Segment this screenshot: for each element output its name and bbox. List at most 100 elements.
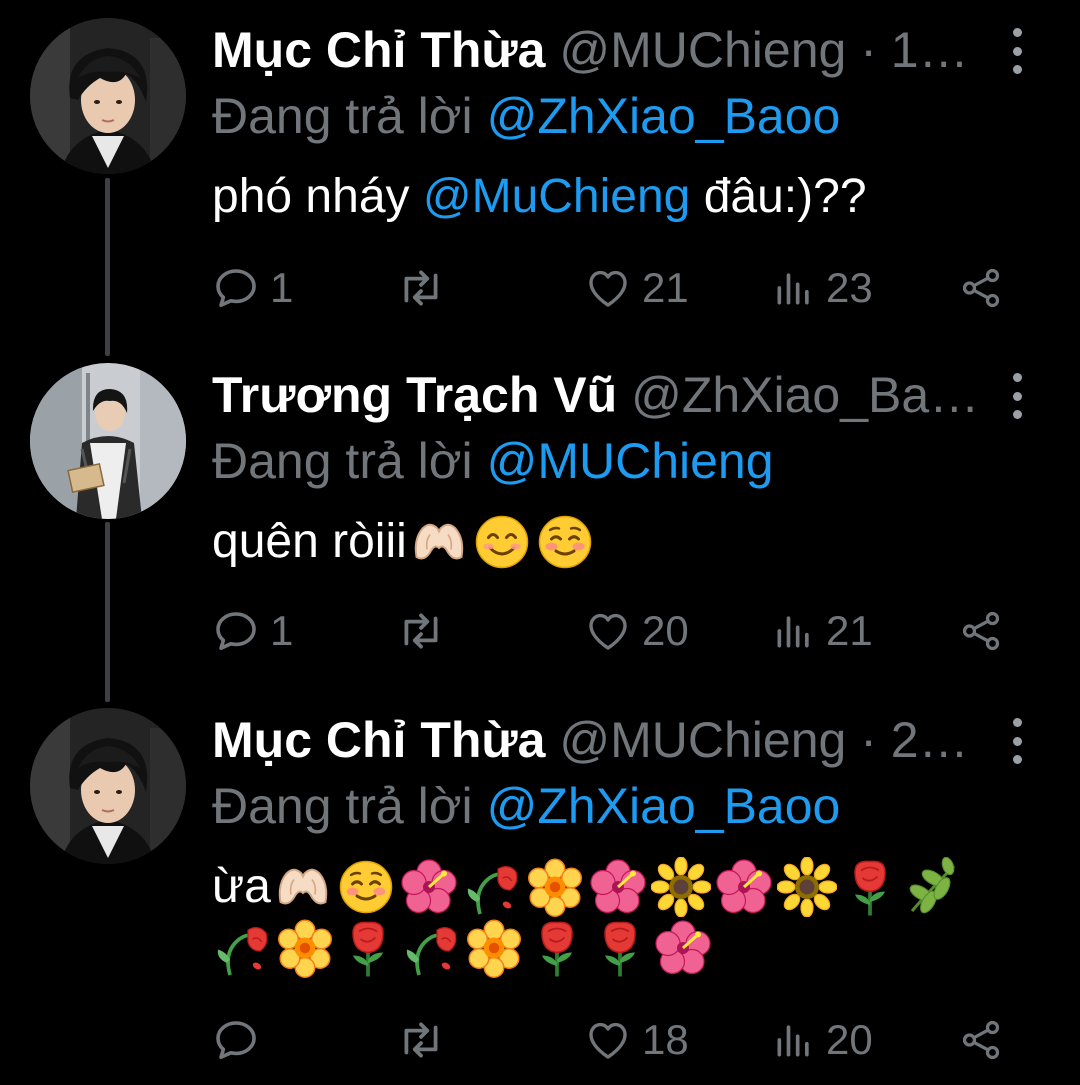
rose-emoji: [590, 918, 650, 978]
reply-prefix: Đang trả lời: [212, 88, 473, 144]
heart-icon: [584, 607, 632, 655]
display-name[interactable]: Mục Chỉ Thừa: [212, 712, 545, 768]
rose-emoji: [338, 918, 398, 978]
share-button[interactable]: [958, 1010, 1004, 1070]
reply-icon: [212, 264, 260, 312]
action-bar: 1 20 21: [212, 601, 1012, 661]
views-button[interactable]: 20: [772, 1010, 873, 1070]
tweet-1[interactable]: Mục Chỉ Thừa @MUChieng · 1… Đang trả lời…: [0, 0, 1080, 345]
reply-button[interactable]: 1: [212, 258, 293, 318]
retweet-icon: [396, 606, 446, 656]
views-icon: [772, 609, 816, 653]
herb-emoji: [903, 857, 963, 917]
reply-to-mention[interactable]: @ZhXiao_Baoo: [487, 88, 841, 144]
share-icon: [958, 608, 1004, 654]
hibiscus-emoji: [588, 857, 648, 917]
avatar[interactable]: [30, 363, 186, 519]
share-icon: [958, 1017, 1004, 1063]
rose-emoji: [527, 918, 587, 978]
heart-hands-emoji: [273, 857, 333, 917]
reply-count: 1: [270, 264, 294, 311]
reply-to-mention[interactable]: @ZhXiao_Baoo: [487, 778, 841, 834]
tweet-header: Mục Chỉ Thừa @MUChieng · 2…: [212, 708, 992, 772]
view-count: 20: [826, 1016, 873, 1063]
tweet-header: Trương Trạch Vũ @ZhXiao_Ba…: [212, 363, 992, 427]
like-button[interactable]: 20: [584, 601, 689, 661]
tweet-text-line-1: ừa: [212, 856, 966, 918]
user-handle[interactable]: @MUChieng: [559, 712, 846, 768]
views-button[interactable]: 21: [772, 601, 873, 661]
reply-icon: [212, 1016, 260, 1064]
retweet-button[interactable]: [396, 601, 456, 661]
blossom-emoji: [275, 918, 335, 978]
retweet-icon: [396, 1015, 446, 1065]
tweet-text: phó nháy @MuChieng đâu:)??: [212, 166, 867, 228]
avatar[interactable]: [30, 708, 186, 864]
tweet-text-part: phó nháy: [212, 170, 410, 223]
replying-to: Đang trả lời @ZhXiao_Baoo: [212, 84, 840, 148]
mention-link[interactable]: @MuChieng: [423, 170, 691, 223]
tweet-time[interactable]: · 2…: [860, 712, 968, 768]
action-bar: 1 21 23: [212, 258, 1012, 318]
rose-emoji: [840, 857, 900, 917]
reply-icon: [212, 607, 260, 655]
user-handle[interactable]: @ZhXiao_Ba…: [631, 367, 979, 423]
reply-count: 1: [270, 607, 294, 654]
avatar[interactable]: [30, 18, 186, 174]
tweet-header: Mục Chỉ Thừa @MUChieng · 1…: [212, 18, 992, 82]
sunflower-emoji: [651, 857, 711, 917]
share-icon: [958, 265, 1004, 311]
more-options-icon[interactable]: [1000, 373, 1034, 419]
display-name[interactable]: Trương Trạch Vũ: [212, 367, 617, 423]
smiling-face-emoji: [472, 512, 532, 572]
view-count: 21: [826, 607, 873, 654]
share-button[interactable]: [958, 258, 1004, 318]
tweet-text-line-2: [212, 918, 716, 978]
reply-prefix: Đang trả lời: [212, 778, 473, 834]
heart-hands-emoji: [409, 512, 469, 572]
hibiscus-emoji: [653, 918, 713, 978]
blushing-face-emoji: [535, 512, 595, 572]
retweet-icon: [396, 263, 446, 313]
wilted-flower-emoji: [462, 857, 522, 917]
wilted-flower-emoji: [401, 918, 461, 978]
heart-icon: [584, 1016, 632, 1064]
reply-button[interactable]: 1: [212, 601, 293, 661]
retweet-button[interactable]: [396, 258, 456, 318]
views-icon: [772, 266, 816, 310]
view-count: 23: [826, 264, 873, 311]
like-count: 20: [642, 607, 689, 654]
tweet-text: quên ròiii: [212, 511, 598, 573]
tweet-text-part: quên ròiii: [212, 515, 407, 568]
reply-to-mention[interactable]: @MUChieng: [487, 433, 774, 489]
views-button[interactable]: 23: [772, 258, 873, 318]
reply-button[interactable]: [212, 1010, 270, 1070]
like-button[interactable]: 18: [584, 1010, 689, 1070]
tweet-2[interactable]: Trương Trạch Vũ @ZhXiao_Ba… Đang trả lời…: [0, 345, 1080, 690]
wilted-flower-emoji: [212, 918, 272, 978]
views-icon: [772, 1018, 816, 1062]
like-button[interactable]: 21: [584, 258, 689, 318]
hibiscus-emoji: [399, 857, 459, 917]
action-bar: 18 20: [212, 1010, 1012, 1070]
tweet-3[interactable]: Mục Chỉ Thừa @MUChieng · 2… Đang trả lời…: [0, 690, 1080, 1085]
display-name[interactable]: Mục Chỉ Thừa: [212, 22, 545, 78]
retweet-button[interactable]: [396, 1010, 456, 1070]
like-count: 18: [642, 1016, 689, 1063]
replying-to: Đang trả lời @ZhXiao_Baoo: [212, 774, 840, 838]
blushing-face-emoji: [336, 857, 396, 917]
more-options-icon[interactable]: [1000, 28, 1034, 74]
tweet-time[interactable]: · 1…: [860, 22, 968, 78]
heart-icon: [584, 264, 632, 312]
blossom-emoji: [464, 918, 524, 978]
hibiscus-emoji: [714, 857, 774, 917]
user-handle[interactable]: @MUChieng: [559, 22, 846, 78]
sunflower-emoji: [777, 857, 837, 917]
share-button[interactable]: [958, 601, 1004, 661]
tweet-text-part: đâu:)??: [703, 170, 867, 223]
like-count: 21: [642, 264, 689, 311]
more-options-icon[interactable]: [1000, 718, 1034, 764]
blossom-emoji: [525, 857, 585, 917]
reply-prefix: Đang trả lời: [212, 433, 473, 489]
tweet-text-part: ừa: [212, 860, 271, 913]
